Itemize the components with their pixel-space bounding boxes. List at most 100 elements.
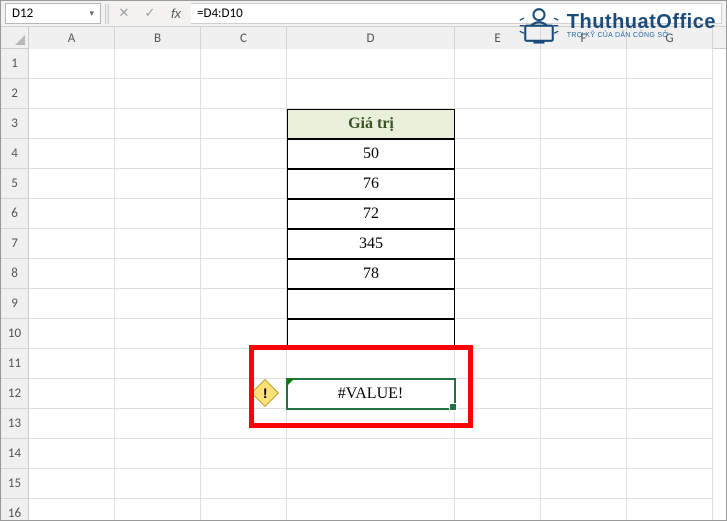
cell-A16[interactable] [29,499,115,520]
cell-A14[interactable] [29,439,115,469]
row-header-2[interactable]: 2 [1,79,28,109]
formula-bar-splitter[interactable] [105,4,109,24]
cell-G16[interactable] [627,499,713,520]
cell-E1[interactable] [455,49,541,79]
cell-E12[interactable] [455,379,541,409]
cell-D1[interactable] [287,49,455,79]
cell-G3[interactable] [627,109,713,139]
row-header-10[interactable]: 10 [1,319,28,349]
worksheet-grid[interactable]: ABCDEFG 12345678910111213141516 Giá trị5… [1,27,726,520]
cell-D10[interactable] [287,319,455,349]
name-box[interactable]: D12 ▾ [5,3,101,24]
cell-A9[interactable] [29,289,115,319]
cell-C8[interactable] [201,259,287,289]
cell-B2[interactable] [115,79,201,109]
cell-A8[interactable] [29,259,115,289]
row-header-15[interactable]: 15 [1,469,28,499]
cell-C14[interactable] [201,439,287,469]
cell-E2[interactable] [455,79,541,109]
cell-F10[interactable] [541,319,627,349]
cell-B16[interactable] [115,499,201,520]
cell-B4[interactable] [115,139,201,169]
cell-E8[interactable] [455,259,541,289]
row-header-8[interactable]: 8 [1,259,28,289]
cell-C4[interactable] [201,139,287,169]
cell-E4[interactable] [455,139,541,169]
cell-G5[interactable] [627,169,713,199]
row-header-11[interactable]: 11 [1,349,28,379]
cell-E13[interactable] [455,409,541,439]
cell-D2[interactable] [287,79,455,109]
cell-E10[interactable] [455,319,541,349]
row-header-6[interactable]: 6 [1,199,28,229]
cell-E16[interactable] [455,499,541,520]
cell-F6[interactable] [541,199,627,229]
cell-C10[interactable] [201,319,287,349]
row-header-1[interactable]: 1 [1,49,28,79]
cell-F4[interactable] [541,139,627,169]
cell-E14[interactable] [455,439,541,469]
cell-B5[interactable] [115,169,201,199]
cell-B1[interactable] [115,49,201,79]
cell-B10[interactable] [115,319,201,349]
cell-B9[interactable] [115,289,201,319]
cell-F11[interactable] [541,349,627,379]
cell-C2[interactable] [201,79,287,109]
cell-F14[interactable] [541,439,627,469]
cell-E9[interactable] [455,289,541,319]
cell-B7[interactable] [115,229,201,259]
cell-A12[interactable] [29,379,115,409]
cell-G11[interactable] [627,349,713,379]
row-header-12[interactable]: 12 [1,379,28,409]
column-header-D[interactable]: D [287,27,455,49]
cell-G9[interactable] [627,289,713,319]
cell-G6[interactable] [627,199,713,229]
cell-F7[interactable] [541,229,627,259]
cell-D12[interactable]: #VALUE! [287,379,455,409]
cell-E5[interactable] [455,169,541,199]
cell-B6[interactable] [115,199,201,229]
cell-C11[interactable] [201,349,287,379]
cell-A1[interactable] [29,49,115,79]
column-header-C[interactable]: C [201,27,287,49]
cell-F12[interactable] [541,379,627,409]
cell-G10[interactable] [627,319,713,349]
cell-D5[interactable]: 76 [287,169,455,199]
row-header-5[interactable]: 5 [1,169,28,199]
cancel-button[interactable]: ✕ [113,4,135,24]
cell-B13[interactable] [115,409,201,439]
row-header-3[interactable]: 3 [1,109,28,139]
cell-G4[interactable] [627,139,713,169]
cell-C16[interactable] [201,499,287,520]
cell-D3[interactable]: Giá trị [287,109,455,139]
cell-G2[interactable] [627,79,713,109]
cell-G15[interactable] [627,469,713,499]
cell-C7[interactable] [201,229,287,259]
insert-function-button[interactable]: fx [165,4,187,24]
cell-B11[interactable] [115,349,201,379]
cell-A13[interactable] [29,409,115,439]
cell-B8[interactable] [115,259,201,289]
cell-F1[interactable] [541,49,627,79]
name-box-dropdown-icon[interactable]: ▾ [89,8,94,19]
cell-F5[interactable] [541,169,627,199]
cell-D15[interactable] [287,469,455,499]
cell-A4[interactable] [29,139,115,169]
cell-D4[interactable]: 50 [287,139,455,169]
cell-F8[interactable] [541,259,627,289]
cell-D9[interactable] [287,289,455,319]
cell-G12[interactable] [627,379,713,409]
enter-button[interactable]: ✓ [139,4,161,24]
row-header-14[interactable]: 14 [1,439,28,469]
cell-D6[interactable]: 72 [287,199,455,229]
cell-C13[interactable] [201,409,287,439]
cell-B14[interactable] [115,439,201,469]
cell-D14[interactable] [287,439,455,469]
cell-F3[interactable] [541,109,627,139]
cell-E3[interactable] [455,109,541,139]
cell-F9[interactable] [541,289,627,319]
row-header-7[interactable]: 7 [1,229,28,259]
row-header-9[interactable]: 9 [1,289,28,319]
cells-area[interactable]: Giá trị50767234578#VALUE!! [29,49,726,520]
cell-B12[interactable] [115,379,201,409]
